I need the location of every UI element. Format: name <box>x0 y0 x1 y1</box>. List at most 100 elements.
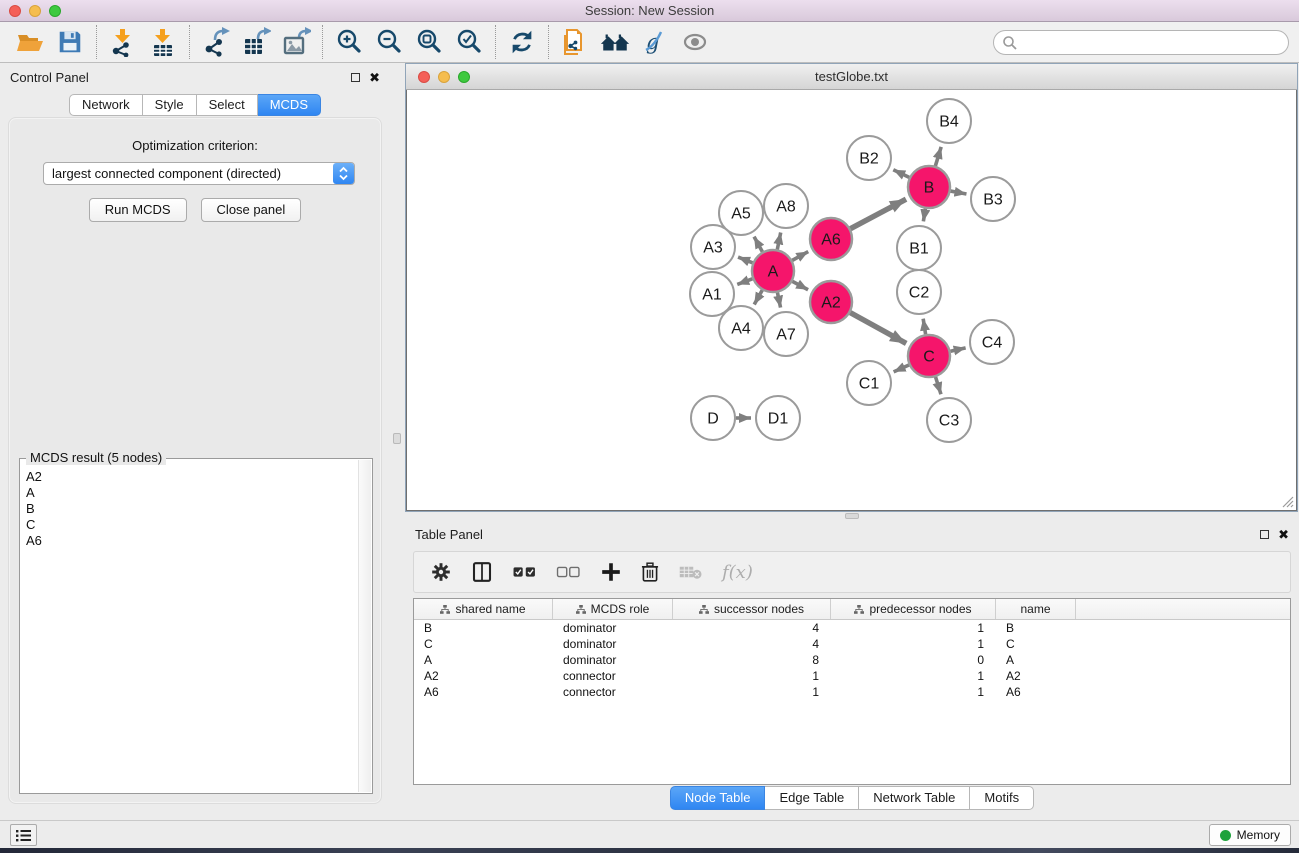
table-cell[interactable]: A6 <box>414 684 553 700</box>
network-window-titlebar[interactable]: testGlobe.txt <box>406 64 1297 90</box>
network-canvas[interactable]: B4B2BB3A8A5A6A3B1AC2A1A2A4A7C4CC1C3DD1 <box>406 90 1297 511</box>
save-session-icon[interactable] <box>50 25 90 59</box>
edge-C-C4[interactable] <box>950 348 965 351</box>
export-image-icon[interactable] <box>276 25 316 59</box>
table-cell[interactable]: dominator <box>553 620 673 636</box>
zoom-out-icon[interactable] <box>369 25 409 59</box>
edge-A-A4[interactable] <box>754 290 762 304</box>
mcds-result-list[interactable]: A2ABCA6 <box>20 463 358 793</box>
graph-node-B3[interactable]: B3 <box>971 177 1015 221</box>
graph-node-B2[interactable]: B2 <box>847 136 891 180</box>
table-cell[interactable]: B <box>996 620 1076 636</box>
minimize-network-icon[interactable] <box>438 71 450 83</box>
search-input[interactable] <box>1018 35 1288 50</box>
column-header-name[interactable]: name <box>996 599 1076 619</box>
mcds-result-item[interactable]: C <box>26 517 358 533</box>
table-cell[interactable]: C <box>414 636 553 652</box>
graph-node-D1[interactable]: D1 <box>756 396 800 440</box>
table-cell[interactable]: dominator <box>553 636 673 652</box>
table-cell[interactable]: A6 <box>996 684 1076 700</box>
edge-A-A2[interactable] <box>792 281 808 289</box>
show-column-icon[interactable] <box>470 560 494 584</box>
table-row[interactable]: A6connector11A6 <box>414 684 1290 700</box>
home-icon[interactable] <box>595 25 635 59</box>
tab-select[interactable]: Select <box>197 94 258 116</box>
table-cell[interactable]: A2 <box>414 668 553 684</box>
edge-C-C1[interactable] <box>894 365 909 372</box>
zoom-selected-icon[interactable] <box>449 25 489 59</box>
clone-network-icon[interactable] <box>555 25 595 59</box>
table-cell[interactable]: 1 <box>673 668 831 684</box>
refresh-layout-icon[interactable] <box>502 25 542 59</box>
mcds-result-item[interactable]: A6 <box>26 533 358 549</box>
float-panel-icon[interactable] <box>351 73 360 82</box>
column-header-shared-name[interactable]: shared name <box>414 599 553 619</box>
table-cell[interactable]: connector <box>553 668 673 684</box>
float-panel-icon[interactable] <box>1260 530 1269 539</box>
table-cell[interactable]: connector <box>553 684 673 700</box>
settings-icon[interactable] <box>430 561 452 583</box>
graph-node-A3[interactable]: A3 <box>691 225 735 269</box>
table-row[interactable]: Cdominator41C <box>414 636 1290 652</box>
eye-icon[interactable] <box>675 25 715 59</box>
table-cell[interactable]: C <box>996 636 1076 652</box>
maximize-network-icon[interactable] <box>458 71 470 83</box>
graph-node-C1[interactable]: C1 <box>847 361 891 405</box>
edge-B-B4[interactable] <box>935 147 941 166</box>
graph-node-C[interactable]: C <box>908 335 950 377</box>
tab-mcds[interactable]: MCDS <box>258 94 321 116</box>
close-panel-button[interactable]: Close panel <box>201 198 302 222</box>
edge-A-A1[interactable] <box>737 279 752 285</box>
table-cell[interactable]: 0 <box>831 652 996 668</box>
mcds-result-item[interactable]: B <box>26 501 358 517</box>
table-header-row[interactable]: shared nameMCDS rolesuccessor nodesprede… <box>414 599 1290 620</box>
delete-column-icon[interactable] <box>640 561 660 583</box>
table-cell[interactable]: 8 <box>673 652 831 668</box>
graph-node-B4[interactable]: B4 <box>927 99 971 143</box>
minimize-window-icon[interactable] <box>29 5 41 17</box>
edge-A6-B[interactable] <box>850 199 906 229</box>
graph-node-A7[interactable]: A7 <box>764 312 808 356</box>
edge-A-A7[interactable] <box>777 293 780 308</box>
table-cell[interactable]: 4 <box>673 636 831 652</box>
export-network-icon[interactable] <box>196 25 236 59</box>
table-cell[interactable]: 1 <box>831 636 996 652</box>
node-table[interactable]: shared nameMCDS rolesuccessor nodesprede… <box>413 598 1291 785</box>
close-panel-icon[interactable]: ✖ <box>369 73 380 82</box>
close-panel-icon[interactable]: ✖ <box>1278 530 1289 539</box>
table-cell[interactable]: 1 <box>831 684 996 700</box>
split-handle[interactable] <box>845 513 859 519</box>
add-column-icon[interactable] <box>600 561 622 583</box>
table-cell[interactable]: A <box>414 652 553 668</box>
panel-toggle-button[interactable] <box>10 824 37 846</box>
tab-edge-table[interactable]: Edge Table <box>765 786 859 810</box>
resize-grip-icon[interactable] <box>1280 494 1294 508</box>
close-window-icon[interactable] <box>9 5 21 17</box>
table-row[interactable]: Adominator80A <box>414 652 1290 668</box>
mcds-result-scrollbar[interactable] <box>358 460 371 792</box>
tab-node-table[interactable]: Node Table <box>670 786 766 810</box>
graph-node-A1[interactable]: A1 <box>690 272 734 316</box>
edge-B-B2[interactable] <box>893 170 909 178</box>
table-cell[interactable]: A2 <box>996 668 1076 684</box>
graph-node-A4[interactable]: A4 <box>719 306 763 350</box>
graph-node-A[interactable]: A <box>752 250 794 292</box>
annotation-toggle-icon[interactable]: g <box>635 25 675 59</box>
table-row[interactable]: Bdominator41B <box>414 620 1290 636</box>
import-network-icon[interactable] <box>103 25 143 59</box>
tab-style[interactable]: Style <box>143 94 197 116</box>
table-cell[interactable]: 1 <box>831 620 996 636</box>
deselect-all-icon[interactable] <box>556 564 582 580</box>
table-cell[interactable]: dominator <box>553 652 673 668</box>
column-header-successor-nodes[interactable]: successor nodes <box>673 599 831 619</box>
table-cell[interactable]: 1 <box>831 668 996 684</box>
edge-C-C3[interactable] <box>936 377 941 394</box>
export-table-icon[interactable] <box>236 25 276 59</box>
vertical-split-divider[interactable] <box>390 63 405 820</box>
run-mcds-button[interactable]: Run MCDS <box>89 198 187 222</box>
mcds-result-item[interactable]: A <box>26 485 358 501</box>
criterion-select[interactable]: largest connected component (directed) <box>43 162 355 185</box>
memory-button[interactable]: Memory <box>1209 824 1291 846</box>
zoom-fit-icon[interactable] <box>409 25 449 59</box>
tab-motifs[interactable]: Motifs <box>970 786 1034 810</box>
